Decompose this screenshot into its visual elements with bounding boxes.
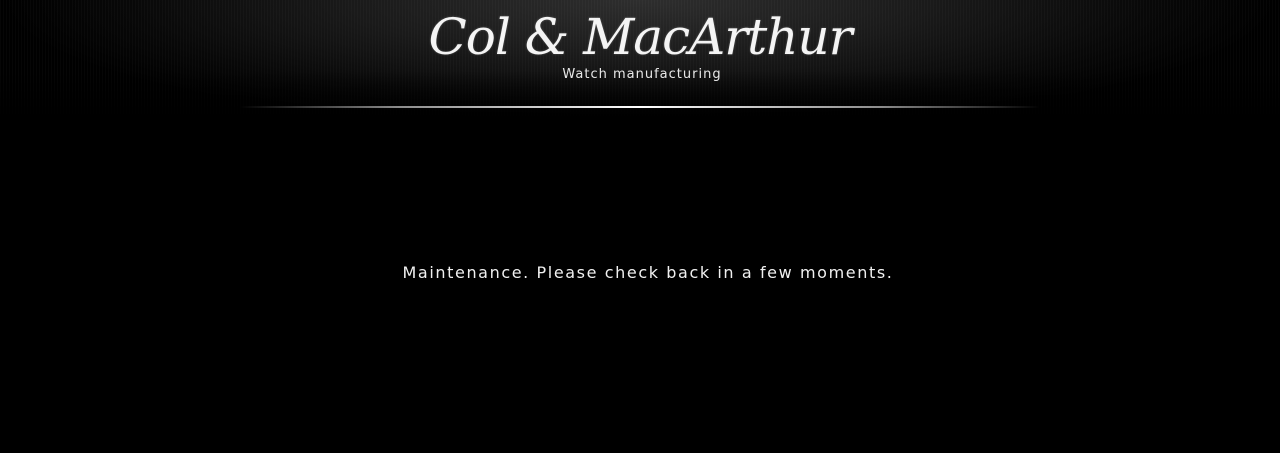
brand-tagline: Watch manufacturing [562, 67, 722, 82]
maintenance-page: Col & MacArthur Watch manufacturing Main… [0, 0, 1280, 453]
maintenance-message: Maintenance. Please check back in a few … [402, 263, 894, 282]
brand-logo: Col & MacArthur [428, 8, 852, 66]
header-banner: Col & MacArthur Watch manufacturing [0, 0, 1280, 118]
header-divider [240, 106, 1040, 108]
